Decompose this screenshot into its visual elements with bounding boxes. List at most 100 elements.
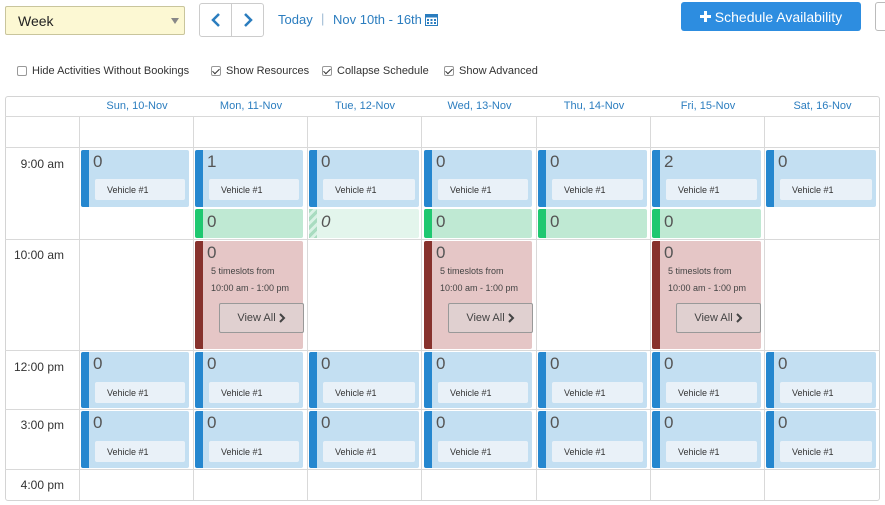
booking-count: 0 (436, 354, 446, 373)
option-show-advanced[interactable]: Show Advanced (444, 65, 538, 77)
activity-block[interactable]: 0 (538, 209, 647, 238)
activity-block[interactable]: 0 (309, 209, 419, 238)
resource-chip: Vehicle #1 (438, 382, 528, 403)
grid-line (5, 239, 880, 240)
grid-line (5, 147, 880, 148)
view-all-button[interactable]: View All (219, 303, 304, 333)
view-all-label: View All (466, 312, 505, 324)
booking-count: 0 (93, 152, 103, 171)
timeslot-summary: 5 timeslots from (211, 266, 275, 276)
option-label: Show Advanced (459, 65, 538, 77)
option-hide-activities[interactable]: Hide Activities Without Bookings (17, 65, 189, 77)
grid-line (5, 469, 880, 470)
activity-block[interactable]: 0 Vehicle #1 (424, 352, 532, 408)
timeslot-group-block[interactable]: 0 5 timeslots from 10:00 am - 1:00 pm Vi… (195, 241, 304, 349)
view-all-label: View All (237, 312, 276, 324)
timeslot-summary: 5 timeslots from (668, 266, 732, 276)
view-select[interactable]: Week (5, 6, 185, 35)
activity-block[interactable]: 0 Vehicle #1 (81, 411, 189, 468)
resource-chip: Vehicle #1 (780, 179, 872, 200)
date-range-label: Nov 10th - 16th (333, 12, 422, 27)
checkbox[interactable] (444, 66, 454, 76)
date-range-link[interactable]: Nov 10th - 16th (333, 12, 438, 27)
chevron-right-icon (735, 313, 743, 323)
option-show-resources[interactable]: Show Resources (211, 65, 309, 77)
activity-block[interactable]: 0 Vehicle #1 (766, 411, 876, 468)
day-header-fri[interactable]: Fri, 15-Nov (651, 100, 765, 114)
next-week-button[interactable] (231, 3, 264, 37)
booking-count: 2 (664, 152, 674, 171)
activity-block[interactable]: 0 Vehicle #1 (766, 150, 876, 207)
booking-count: 0 (436, 413, 446, 432)
prev-week-button[interactable] (199, 3, 232, 37)
activity-block[interactable]: 0 Vehicle #1 (538, 150, 647, 207)
day-header-wed[interactable]: Wed, 13-Nov (422, 100, 537, 114)
checkbox[interactable] (17, 66, 27, 76)
checkbox[interactable] (322, 66, 332, 76)
booking-count: 0 (664, 354, 674, 373)
today-link[interactable]: Today (278, 12, 313, 27)
timeslot-range: 10:00 am - 1:00 pm (668, 283, 747, 293)
resource-chip: Vehicle #1 (209, 179, 299, 200)
activity-block[interactable]: 0 (424, 209, 532, 238)
option-label: Show Resources (226, 65, 310, 77)
activity-block[interactable]: 0 Vehicle #1 (538, 352, 647, 408)
resource-chip: Vehicle #1 (552, 441, 643, 462)
option-label: Hide Activities Without Bookings (32, 65, 190, 77)
activity-block[interactable]: 0 Vehicle #1 (652, 352, 761, 408)
more-button[interactable] (875, 2, 885, 31)
activity-block[interactable]: 0 Vehicle #1 (424, 150, 532, 207)
booking-count: 0 (207, 243, 217, 262)
timeslot-group-block[interactable]: 0 5 timeslots from 10:00 am - 1:00 pm Vi… (424, 241, 533, 349)
activity-block[interactable]: 0 Vehicle #1 (195, 352, 303, 408)
view-all-button[interactable]: View All (676, 303, 761, 333)
activity-block[interactable]: 0 Vehicle #1 (309, 150, 419, 207)
activity-block[interactable]: 0 Vehicle #1 (538, 411, 647, 468)
booking-count: 1 (207, 152, 217, 171)
day-header-tue[interactable]: Tue, 12-Nov (308, 100, 422, 114)
activity-block[interactable]: 2 Vehicle #1 (652, 150, 761, 207)
activity-block[interactable]: 0 (195, 209, 303, 238)
schedule-availability-button[interactable]: Schedule Availability (681, 2, 861, 31)
activity-block[interactable]: 0 Vehicle #1 (424, 411, 532, 468)
option-collapse-schedule[interactable]: Collapse Schedule (322, 65, 429, 77)
activity-block[interactable]: 0 Vehicle #1 (652, 411, 761, 468)
booking-count: 0 (778, 152, 788, 171)
chevron-left-icon (210, 13, 220, 27)
activity-block[interactable]: 0 Vehicle #1 (81, 352, 189, 408)
grid-line (764, 116, 765, 500)
view-all-button[interactable]: View All (448, 303, 533, 333)
day-header-mon[interactable]: Mon, 11-Nov (194, 100, 308, 114)
activity-block[interactable]: 0 Vehicle #1 (195, 411, 303, 468)
booking-count: 0 (436, 212, 446, 231)
grid-line (5, 409, 880, 410)
activity-block[interactable]: 0 Vehicle #1 (309, 411, 419, 468)
day-header-sat[interactable]: Sat, 16-Nov (765, 100, 880, 114)
booking-count: 0 (778, 413, 788, 432)
time-label: 9:00 am (20, 157, 64, 171)
chevron-down-icon (171, 18, 179, 24)
activity-block[interactable]: 1 Vehicle #1 (195, 150, 303, 207)
timeslot-summary: 5 timeslots from (440, 266, 504, 276)
booking-count: 0 (436, 243, 446, 262)
timeslot-group-block[interactable]: 0 5 timeslots from 10:00 am - 1:00 pm Vi… (652, 241, 761, 349)
booking-count: 0 (321, 212, 331, 231)
activity-block[interactable]: 0 Vehicle #1 (766, 352, 876, 408)
resource-chip: Vehicle #1 (209, 382, 299, 403)
activity-block[interactable]: 0 Vehicle #1 (81, 150, 189, 207)
booking-count: 0 (321, 413, 331, 432)
divider: | (321, 11, 325, 26)
grid-line (79, 116, 80, 500)
booking-count: 0 (93, 354, 103, 373)
resource-chip: Vehicle #1 (552, 179, 643, 200)
activity-block[interactable]: 0 (652, 209, 761, 238)
booking-count: 0 (207, 354, 217, 373)
day-header-thu[interactable]: Thu, 14-Nov (537, 100, 651, 114)
activity-block[interactable]: 0 Vehicle #1 (309, 352, 419, 408)
checkbox[interactable] (211, 66, 221, 76)
booking-count: 0 (550, 413, 560, 432)
time-label: 10:00 am (13, 248, 64, 262)
grid-line (650, 116, 651, 500)
day-header-sun[interactable]: Sun, 10-Nov (80, 100, 194, 114)
timeslot-range: 10:00 am - 1:00 pm (440, 283, 519, 293)
